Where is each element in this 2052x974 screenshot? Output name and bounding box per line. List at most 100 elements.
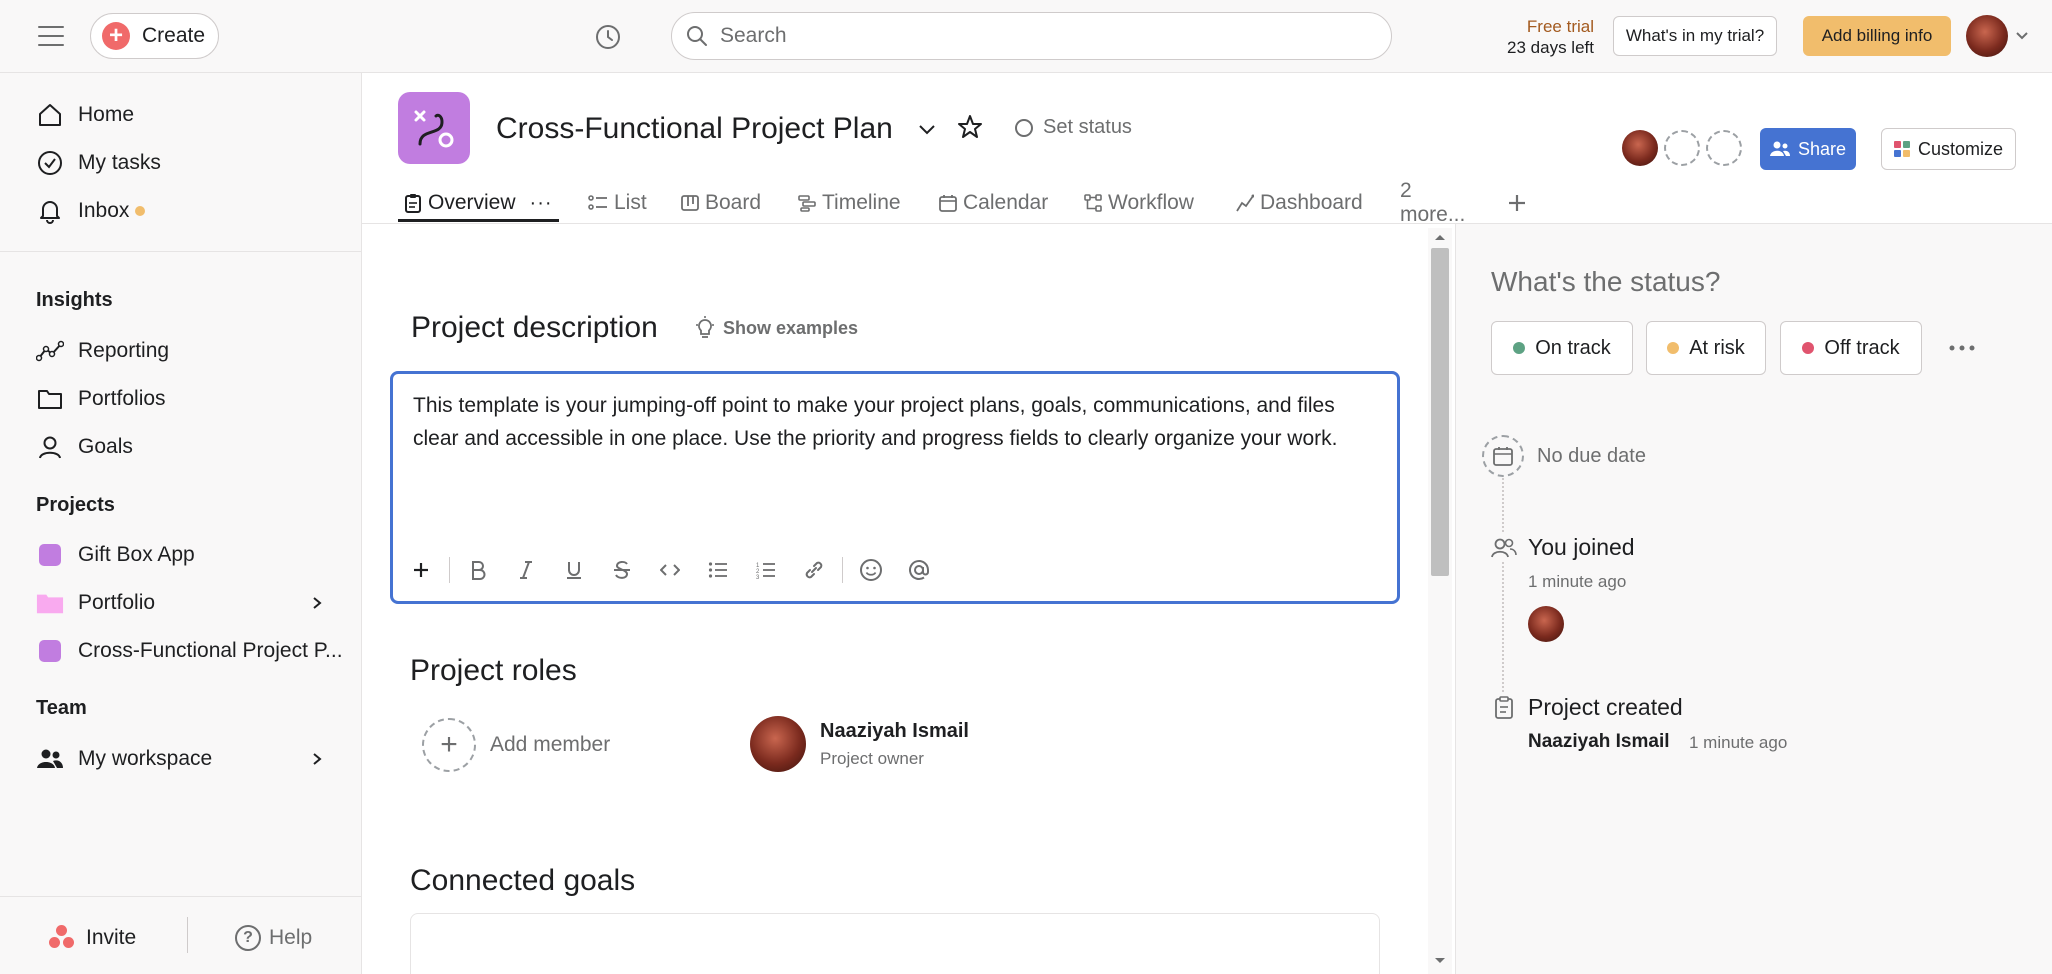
avatar[interactable] [1528,606,1564,642]
more-options-icon[interactable] [1948,338,1976,358]
scroll-up-arrow-icon[interactable] [1433,232,1447,242]
whats-in-trial-button[interactable]: What's in my trial? [1613,16,1777,56]
trial-info: Free trial 23 days left [1507,16,1594,58]
add-member-label: Add member [490,733,611,756]
share-button[interactable]: Share [1760,128,1856,170]
due-date-icon[interactable] [1482,435,1524,477]
star-icon[interactable] [956,113,984,141]
project-icon[interactable] [398,92,470,164]
customize-button[interactable]: Customize [1881,128,2016,170]
sidebar-item-my-tasks[interactable]: My tasks [0,141,362,185]
scroll-down-arrow-icon[interactable] [1433,956,1447,966]
emoji-icon[interactable] [857,556,885,584]
off-track-button[interactable]: Off track [1780,321,1922,375]
invite-button[interactable]: Invite [48,925,136,951]
bold-icon[interactable] [464,556,492,584]
description-text[interactable]: This template is your jumping-off point … [413,389,1383,455]
sidebar-item-goals[interactable]: Goals [0,425,362,469]
tab-label: Workflow [1108,191,1194,214]
people-icon [1490,534,1518,562]
plus-icon[interactable] [407,556,435,584]
chevron-down-icon[interactable] [2014,28,2030,44]
on-track-button[interactable]: On track [1491,321,1633,375]
sidebar-item-label: My workspace [78,747,213,770]
sidebar-item-my-workspace[interactable]: My workspace [0,737,362,781]
sidebar-item-reporting[interactable]: Reporting [0,329,362,373]
created-event-title: Project created [1528,694,1683,720]
description-editor[interactable]: This template is your jumping-off point … [390,371,1400,604]
search-bar[interactable] [671,12,1392,60]
connected-goals-heading: Connected goals [410,864,636,897]
lightbulb-icon [696,316,714,338]
add-billing-button[interactable]: Add billing info [1803,16,1951,56]
sidebar-item-label: Gift Box App [78,543,195,566]
help-button[interactable]: ? Help [235,925,312,951]
set-status-label: Set status [1043,116,1132,138]
invite-label: Invite [86,926,137,949]
show-examples-button[interactable]: Show examples [693,316,858,340]
add-tab-icon[interactable] [1507,182,1533,224]
strikethrough-icon[interactable] [608,556,636,584]
unread-dot [135,206,146,216]
calendar-icon [939,195,957,212]
sidebar-item-portfolios[interactable]: Portfolios [0,377,362,421]
sidebar-item-gift-box-app[interactable]: Gift Box App [0,533,362,577]
at-risk-button[interactable]: At risk [1646,321,1766,375]
due-date-label[interactable]: No due date [1537,445,1646,468]
project-title[interactable]: Cross-Functional Project Plan [496,112,893,146]
person-icon [36,433,64,461]
sidebar-item-label: Portfolios [78,387,166,410]
clipboard-icon [1490,694,1518,722]
connected-goals-card[interactable] [410,913,1380,974]
bullet-list-icon[interactable] [704,556,732,584]
user-avatar[interactable] [1966,15,2008,57]
tab-board[interactable]: Board [681,182,761,224]
tab-overview[interactable]: Overview ··· [404,182,553,224]
sidebar-item-label: My tasks [78,151,161,174]
add-member-button[interactable]: + Add member [422,718,610,772]
sidebar-item-portfolio[interactable]: Portfolio [0,581,362,625]
sidebar-item-label: Inbox [78,199,130,222]
tab-dashboard[interactable]: Dashboard [1236,182,1363,224]
tab-calendar[interactable]: Calendar [939,182,1048,224]
sidebar-item-inbox[interactable]: Inbox [0,189,362,233]
search-input[interactable] [720,24,1320,48]
add-member-plus-icon: + [422,718,476,772]
history-icon[interactable] [594,23,622,51]
italic-icon[interactable] [512,556,540,584]
hamburger-menu-icon[interactable] [38,26,64,48]
joined-event-time: 1 minute ago [1528,572,1627,591]
more-icon[interactable]: ··· [530,192,553,215]
project-color-icon [36,637,64,665]
tab-more[interactable]: 2 more... [1400,179,1465,226]
add-member-placeholder-icon[interactable] [1706,130,1742,166]
chevron-right-icon[interactable] [310,596,324,610]
add-member-placeholder-icon[interactable] [1664,130,1700,166]
tab-list[interactable]: List [588,182,647,224]
sidebar-item-label: Cross-Functional Project P... [78,639,343,662]
share-label: Share [1797,138,1847,159]
mention-icon[interactable] [905,556,933,584]
insights-title[interactable]: Insights [36,289,113,312]
chevron-down-icon[interactable] [915,118,939,142]
status-panel-title: What's the status? [1491,266,1721,297]
created-by-name[interactable]: Naaziyah Ismail [1528,731,1670,753]
tab-timeline[interactable]: Timeline [798,182,901,224]
team-title[interactable]: Team [36,697,87,720]
project-owner[interactable]: Naaziyah Ismail Project owner [750,716,969,772]
underline-icon[interactable] [560,556,588,584]
set-status-button[interactable]: Set status [1015,116,1132,139]
link-icon[interactable] [800,556,828,584]
scrollbar-thumb[interactable] [1431,248,1449,576]
avatar [750,716,806,772]
tab-workflow[interactable]: Workflow [1084,182,1194,224]
create-button[interactable]: + Create [90,13,219,59]
projects-title[interactable]: Projects [36,494,115,517]
sidebar-item-cross-functional[interactable]: Cross-Functional Project P... [0,629,362,673]
trial-days-left: 23 days left [1507,38,1594,57]
sidebar-item-home[interactable]: Home [0,93,362,137]
code-icon[interactable] [656,556,684,584]
numbered-list-icon[interactable]: 123 [752,556,780,584]
member-avatar[interactable] [1622,130,1658,166]
chevron-right-icon[interactable] [310,752,324,766]
